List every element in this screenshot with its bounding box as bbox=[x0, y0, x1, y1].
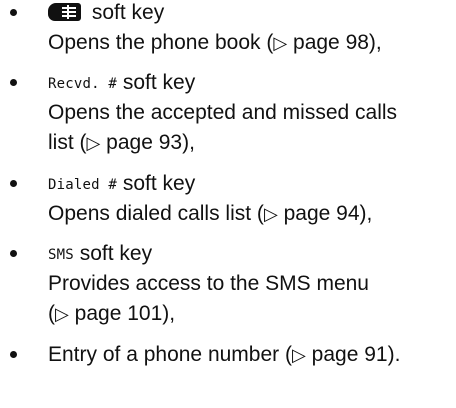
bullet-icon bbox=[10, 79, 17, 86]
item-heading: soft key bbox=[48, 0, 164, 26]
item-heading: Entry of a phone number (▷ page 91). bbox=[48, 342, 400, 369]
phone-book-icon bbox=[48, 2, 82, 22]
item-description: Opens the phone book (▷ page 98), bbox=[48, 30, 382, 57]
soft-key-label: soft key bbox=[117, 71, 196, 94]
page-reference-icon: ▷ bbox=[55, 304, 69, 325]
item-description: Opens dialed calls list (▷ page 94), bbox=[48, 201, 372, 228]
soft-key-label: soft key bbox=[73, 242, 153, 265]
soft-key-name: Dialed # bbox=[48, 177, 118, 193]
item-description-continued: (▷ page 101), bbox=[48, 301, 175, 328]
page-reference-icon: ▷ bbox=[291, 345, 306, 366]
item-heading: SMS soft key bbox=[48, 241, 152, 269]
entry-text: Entry of a phone number ( bbox=[48, 343, 292, 366]
description-text: Opens the phone book ( bbox=[48, 31, 274, 54]
soft-key-name: SMS bbox=[48, 247, 74, 263]
soft-key-label: soft key bbox=[117, 172, 196, 195]
bullet-icon bbox=[10, 9, 17, 16]
item-description-continued: list (▷ page 93), bbox=[48, 130, 195, 157]
soft-key-name: Recvd. # bbox=[48, 76, 118, 92]
description-text: Opens dialed calls list ( bbox=[48, 202, 264, 225]
description-text: list ( bbox=[48, 131, 87, 154]
page-reference-text: page 94), bbox=[277, 202, 373, 225]
bullet-icon bbox=[10, 351, 17, 358]
page-reference-text: page 91). bbox=[305, 343, 401, 366]
page-reference-text: page 101), bbox=[68, 302, 176, 325]
page-reference-icon: ▷ bbox=[273, 33, 288, 54]
item-heading: Dialed # soft key bbox=[48, 171, 195, 199]
soft-key-label: soft key bbox=[86, 1, 165, 24]
bullet-icon bbox=[10, 180, 17, 187]
page-reference-icon: ▷ bbox=[86, 133, 101, 154]
page-reference-text: page 98), bbox=[287, 31, 382, 54]
description-text: ( bbox=[48, 302, 55, 325]
item-description: Provides access to the SMS menu bbox=[48, 272, 369, 295]
page-reference-text: page 93), bbox=[100, 131, 195, 154]
page-reference-icon: ▷ bbox=[263, 204, 278, 225]
bullet-icon bbox=[10, 250, 17, 257]
item-description: Opens the accepted and missed calls bbox=[48, 101, 398, 124]
item-heading: Recvd. # soft key bbox=[48, 70, 195, 98]
